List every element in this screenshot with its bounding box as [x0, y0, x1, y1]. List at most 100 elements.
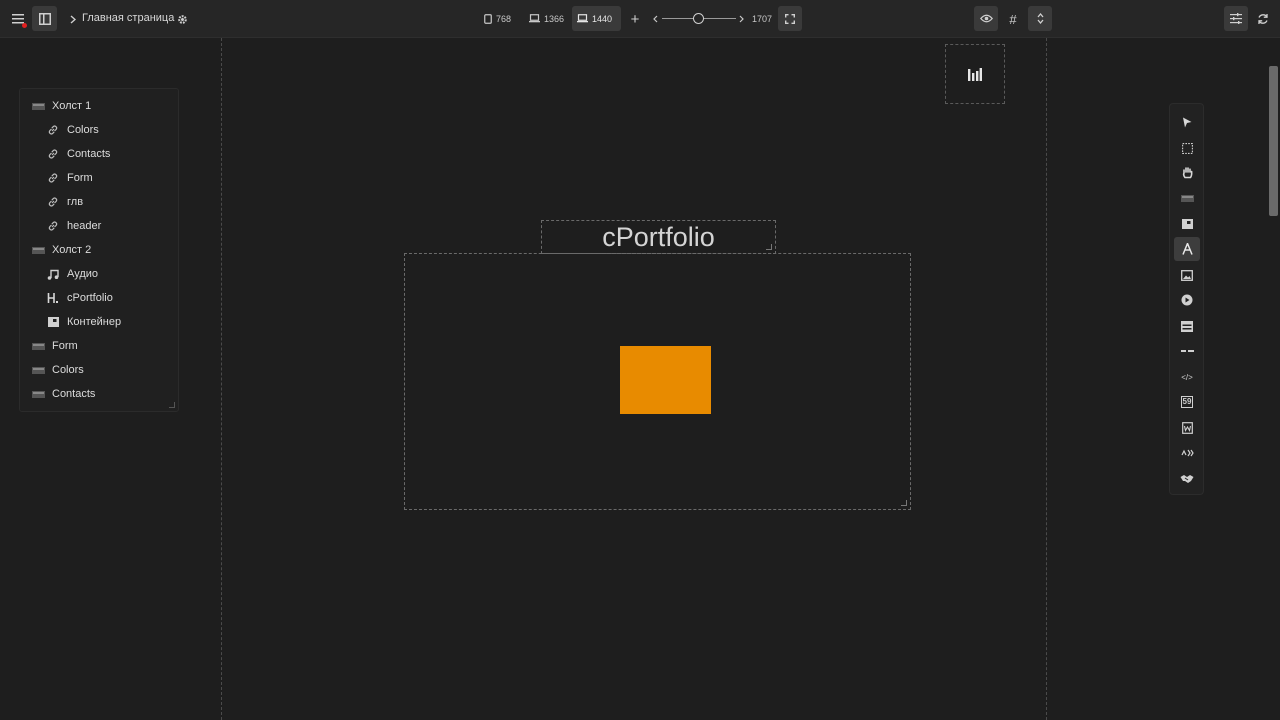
sync-button[interactable] [1253, 8, 1273, 30]
equalizer-icon [968, 67, 982, 81]
layer-label: Colors [52, 364, 84, 376]
layers-panel: Contacts Colors Form Контейнер cPortfolio Ауд… [19, 88, 179, 412]
image-tool[interactable] [1174, 263, 1200, 287]
zoom-max-value: 1707 [752, 14, 773, 24]
code-icon: </> [1181, 372, 1193, 382]
breakpoint-1366[interactable]: 1366 [524, 6, 569, 31]
layer-label: Contacts [67, 148, 111, 160]
insert-tools-panel: </> 59 [1169, 103, 1204, 495]
layer-label: Colors [67, 124, 99, 136]
select-tool[interactable] [1174, 110, 1200, 134]
settings-sliders-button[interactable] [1224, 6, 1248, 31]
link-icon [45, 195, 61, 209]
resize-handle[interactable] [901, 500, 907, 506]
counter-tool[interactable]: 59 [1174, 390, 1200, 414]
layer-label: Холст 1 [52, 100, 92, 112]
layer-label: глв [67, 196, 84, 208]
link-icon [45, 147, 61, 161]
breakpoint-label: 1366 [544, 13, 565, 24]
layer-item[interactable]: Холст 2 [30, 240, 91, 260]
divider-tool[interactable] [1174, 339, 1200, 363]
canvas-icon [30, 363, 46, 377]
chevron-updown-icon [1037, 13, 1043, 24]
video-tool[interactable] [1174, 288, 1200, 312]
orange-rectangle[interactable] [620, 346, 711, 414]
audio-widget[interactable] [945, 44, 1005, 104]
layer-item[interactable]: Холст 1 [30, 96, 91, 116]
layer-label: Contacts [52, 388, 96, 400]
layer-item[interactable]: Аудио [45, 264, 98, 284]
layer-item[interactable]: cPortfolio [45, 288, 113, 308]
canvas-right-guide [1046, 38, 1047, 720]
breakpoint-768[interactable]: 768 [479, 6, 516, 31]
fullscreen-icon [785, 13, 795, 24]
layer-label: Form [67, 172, 93, 184]
document-tool[interactable] [1174, 416, 1200, 440]
vertical-scrollbar[interactable] [1269, 66, 1278, 216]
page-settings-gear-icon[interactable] [174, 10, 190, 28]
panel-resize-handle[interactable] [169, 402, 175, 408]
fullscreen-button[interactable] [778, 6, 802, 31]
hand-tool[interactable] [1174, 161, 1200, 185]
canvas-tool[interactable] [1174, 186, 1200, 210]
handshake-tool[interactable] [1174, 467, 1200, 491]
divider-icon [1180, 349, 1194, 353]
laptop-icon [529, 14, 540, 23]
layer-item[interactable]: Contacts [30, 384, 95, 404]
laptop-icon [577, 14, 588, 23]
counter-icon: 59 [1180, 396, 1194, 408]
link-icon [45, 123, 61, 137]
layer-item[interactable]: глв [45, 192, 83, 212]
layer-item[interactable]: header [45, 216, 101, 236]
breakpoint-1440[interactable]: 1440 [572, 6, 621, 31]
layer-item[interactable]: Colors [30, 360, 84, 380]
play-icon [1181, 294, 1193, 306]
layer-item[interactable]: Контейнер [45, 312, 121, 332]
zoom-in-chevron-icon[interactable] [736, 11, 746, 27]
layer-label: Холст 2 [52, 244, 92, 256]
document-icon [1181, 422, 1193, 434]
container-icon [45, 315, 61, 329]
page-title[interactable]: Главная страница [82, 12, 174, 24]
canvas-icon [30, 99, 46, 113]
menu-button[interactable] [6, 7, 30, 31]
sidebar-panel-icon [38, 12, 51, 25]
heading-text[interactable]: cPortfolio [602, 222, 715, 253]
top-toolbar: Главная страница 768 1366 1440 + 1707 # [0, 0, 1280, 38]
zoom-slider-thumb[interactable] [693, 13, 704, 24]
preview-button[interactable] [974, 6, 998, 31]
marquee-tool[interactable] [1174, 136, 1200, 160]
resize-handle[interactable] [766, 244, 772, 250]
breadcrumb-chevron-icon[interactable] [66, 10, 80, 28]
form-icon [1181, 320, 1193, 332]
hand-icon [1182, 167, 1193, 179]
form-tool[interactable] [1174, 314, 1200, 338]
expand-collapse-button[interactable] [1028, 6, 1052, 31]
breakpoint-label: 1440 [592, 13, 613, 24]
layer-label: Form [52, 340, 78, 352]
sliders-icon [1230, 13, 1242, 24]
text-tool[interactable] [1174, 237, 1200, 261]
add-breakpoint-button[interactable]: + [626, 9, 644, 29]
toggle-sidebar-button[interactable] [32, 6, 57, 31]
heading-element[interactable]: cPortfolio [541, 220, 776, 254]
tablet-icon [484, 13, 492, 24]
layer-item[interactable]: Contacts [45, 144, 110, 164]
canvas-icon [30, 339, 46, 353]
link-icon [45, 219, 61, 233]
text-a-icon [1181, 243, 1193, 255]
cursor-icon [1182, 117, 1192, 128]
container-tool[interactable] [1174, 212, 1200, 236]
canvas-icon [30, 387, 46, 401]
layer-label: Контейнер [67, 316, 122, 328]
container-icon [1181, 219, 1193, 229]
canvas-icon [1180, 194, 1194, 202]
layer-item[interactable]: Form [30, 336, 78, 356]
grid-toggle-button[interactable]: # [1003, 7, 1023, 31]
layer-label: cPortfolio [67, 292, 113, 304]
layer-item[interactable]: Colors [45, 120, 99, 140]
link-tool[interactable] [1174, 441, 1200, 465]
code-tool[interactable]: </> [1174, 365, 1200, 389]
layer-item[interactable]: Form [45, 168, 93, 188]
zoom-out-chevron-icon[interactable] [650, 11, 660, 27]
